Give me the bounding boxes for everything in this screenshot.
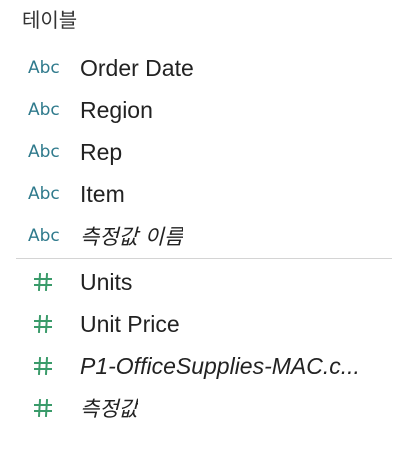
field-label: Region <box>80 96 153 123</box>
dimension-field-rep[interactable]: Abc Rep <box>0 131 392 173</box>
measure-field-record-count[interactable]: P1-OfficeSupplies-MAC.c... <box>0 345 392 387</box>
hash-number-icon <box>0 314 80 334</box>
abc-string-icon: Abc <box>28 58 60 78</box>
field-label: Unit Price <box>80 310 180 337</box>
hash-number-icon <box>0 356 80 376</box>
dimension-field-region[interactable]: Abc Region <box>0 89 392 131</box>
field-label: Item <box>80 180 125 207</box>
measure-field-units[interactable]: Units <box>0 261 392 303</box>
dimension-field-item[interactable]: Abc Item <box>0 173 392 215</box>
abc-string-icon: Abc <box>28 142 60 162</box>
hash-number-icon <box>0 272 80 292</box>
dimension-field-measure-names[interactable]: Abc 측정값 이름 <box>0 215 392 257</box>
field-label: P1-OfficeSupplies-MAC.c... <box>80 352 360 379</box>
measure-field-measure-values[interactable]: 측정값 <box>0 387 392 429</box>
panel-title: 테이블 <box>22 8 78 32</box>
field-label: 측정값 이름 <box>80 225 184 249</box>
measure-field-unit-price[interactable]: Unit Price <box>0 303 392 345</box>
field-label: 측정값 <box>80 397 138 421</box>
abc-string-icon: Abc <box>28 184 60 204</box>
field-label: Rep <box>80 138 123 165</box>
field-label: Order Date <box>80 54 194 81</box>
hash-number-icon <box>0 398 80 418</box>
abc-string-icon: Abc <box>28 226 60 246</box>
dimension-field-order-date[interactable]: Abc Order Date <box>0 47 392 89</box>
abc-string-icon: Abc <box>28 100 60 120</box>
dimension-measure-divider <box>16 258 392 259</box>
field-label: Units <box>80 268 133 295</box>
